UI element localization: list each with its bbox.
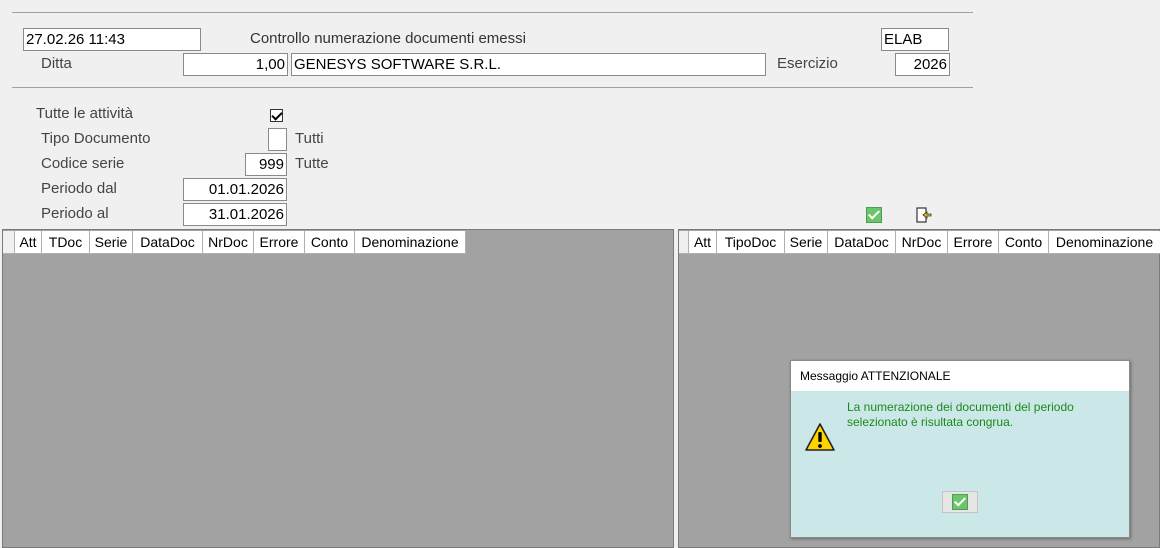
tipo-documento-label: Tipo Documento: [41, 130, 151, 147]
exit-door-icon: [916, 207, 932, 223]
right-col-denominazione[interactable]: Denominazione: [1049, 231, 1160, 254]
left-col-nrdoc[interactable]: NrDoc: [203, 231, 254, 254]
right-col-errore[interactable]: Errore: [948, 231, 999, 254]
codice-serie-input[interactable]: 999: [245, 153, 287, 176]
green-check-icon: [952, 494, 968, 510]
codice-serie-label: Codice serie: [41, 155, 125, 172]
codice-serie-desc: Tutte: [295, 155, 329, 172]
dialog-ok-button[interactable]: [942, 491, 978, 513]
right-col-tipodoc[interactable]: TipoDoc: [717, 231, 785, 254]
tutte-attivita-label: Tutte le attività: [36, 105, 133, 122]
page-title: Controllo numerazione documenti emessi: [250, 30, 526, 47]
left-col-att[interactable]: Att: [15, 231, 42, 254]
tutte-attivita-checkbox[interactable]: [270, 109, 283, 122]
esercizio-label: Esercizio: [777, 55, 838, 72]
message-dialog: Messaggio ATTENZIONALE La numerazione de…: [790, 360, 1130, 538]
ditta-label: Ditta: [41, 55, 72, 72]
left-results-grid[interactable]: Att TDoc Serie DataDoc NrDoc Errore Cont…: [2, 229, 674, 548]
datetime-field: 27.02.26 11:43: [23, 28, 201, 51]
periodo-al-input[interactable]: 31.01.2026: [183, 203, 287, 226]
esercizio-input[interactable]: 2026: [895, 53, 950, 76]
dialog-message: La numerazione dei documenti del periodo…: [847, 400, 1074, 429]
mode-field: ELAB: [881, 28, 949, 51]
ditta-name-field: GENESYS SOFTWARE S.R.L.: [291, 53, 766, 76]
confirm-button[interactable]: [866, 207, 882, 223]
periodo-dal-label: Periodo dal: [41, 180, 117, 197]
right-col-serie[interactable]: Serie: [785, 231, 828, 254]
tipo-documento-input[interactable]: [268, 128, 287, 151]
ditta-code-input[interactable]: 1,00: [183, 53, 288, 76]
header-separator: [12, 87, 973, 88]
left-col-serie[interactable]: Serie: [90, 231, 133, 254]
left-col-errore[interactable]: Errore: [254, 231, 305, 254]
warning-icon: [804, 422, 836, 456]
right-grid-row-selector: [679, 231, 689, 254]
left-col-denominazione[interactable]: Denominazione: [355, 231, 466, 254]
periodo-dal-input[interactable]: 01.01.2026: [183, 178, 287, 201]
left-col-conto[interactable]: Conto: [305, 231, 355, 254]
periodo-al-label: Periodo al: [41, 205, 109, 222]
tipo-documento-desc: Tutti: [295, 130, 324, 147]
left-col-datadoc[interactable]: DataDoc: [133, 231, 203, 254]
right-col-att[interactable]: Att: [689, 231, 717, 254]
right-col-conto[interactable]: Conto: [999, 231, 1049, 254]
right-grid-header: Att TipoDoc Serie DataDoc NrDoc Errore C…: [679, 231, 1160, 254]
left-grid-header: Att TDoc Serie DataDoc NrDoc Errore Cont…: [3, 231, 466, 254]
right-col-datadoc[interactable]: DataDoc: [828, 231, 896, 254]
left-col-tdoc[interactable]: TDoc: [42, 231, 90, 254]
left-grid-row-selector: [3, 231, 15, 254]
top-separator: [12, 12, 973, 13]
exit-button[interactable]: [915, 206, 933, 228]
right-col-nrdoc[interactable]: NrDoc: [896, 231, 948, 254]
dialog-title: Messaggio ATTENZIONALE: [791, 361, 1129, 391]
